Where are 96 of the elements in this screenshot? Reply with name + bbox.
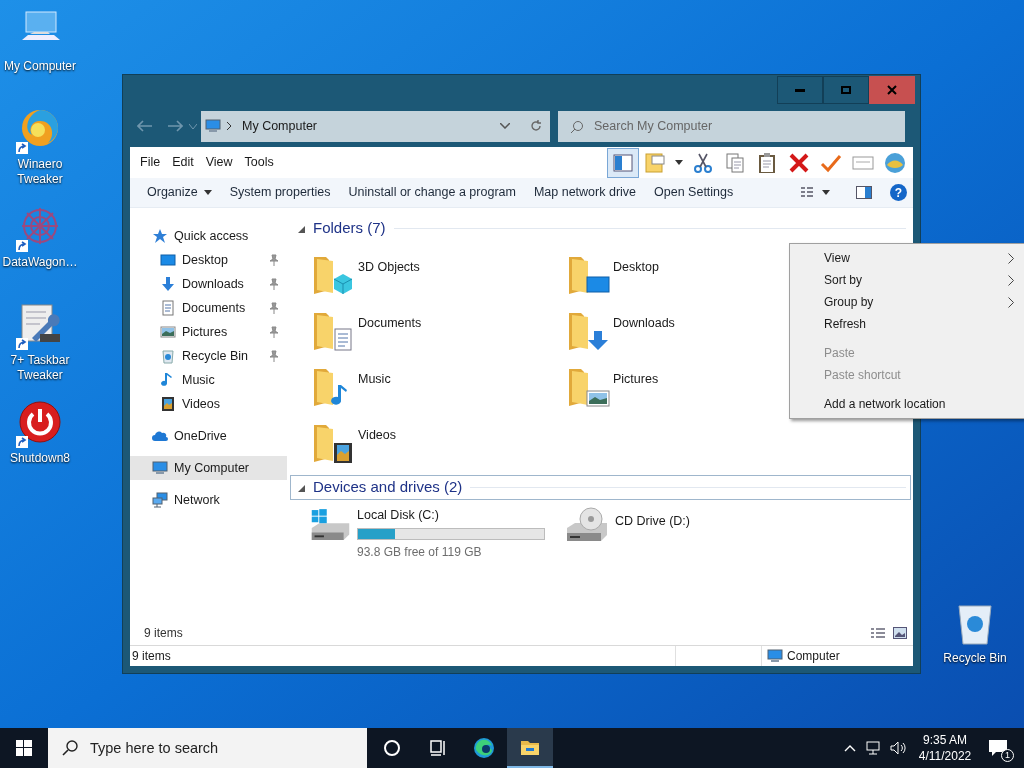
volume-icon[interactable] bbox=[890, 741, 908, 755]
command-button[interactable]: Uninstall or change a program bbox=[339, 178, 525, 207]
command-button[interactable]: Open Settings bbox=[645, 178, 743, 207]
taskbar-app-button[interactable] bbox=[507, 728, 553, 768]
forward-arrow-icon[interactable] bbox=[167, 120, 183, 132]
search-icon bbox=[62, 740, 78, 756]
copy-icon bbox=[723, 150, 747, 175]
desktop-icon-label: Recycle Bin bbox=[942, 651, 1008, 666]
chevron-icon bbox=[1008, 252, 1014, 264]
desktop-icon-label: 7+ Taskbar Tweaker bbox=[9, 353, 71, 383]
film-icon bbox=[160, 396, 176, 412]
picture-icon bbox=[160, 324, 176, 340]
command-button[interactable]: System properties bbox=[220, 178, 340, 207]
desktop-icon-label: Shutdown8 bbox=[8, 451, 71, 466]
speech-bubble-icon bbox=[988, 739, 1008, 757]
star-icon bbox=[152, 228, 168, 244]
monitor-icon bbox=[160, 252, 176, 268]
computer-icon bbox=[152, 460, 168, 476]
drive-item[interactable]: Local Disk (C:) 93.8 GB free of 119 GB bbox=[290, 506, 545, 562]
windows-logo-icon bbox=[16, 740, 32, 756]
item-count: 9 items bbox=[144, 624, 184, 642]
chevron-icon bbox=[1008, 296, 1014, 308]
caret-icon bbox=[822, 190, 830, 195]
menu-item[interactable]: Edit bbox=[166, 153, 200, 172]
nav-item[interactable]: Videos bbox=[130, 392, 287, 416]
details-view-icon[interactable] bbox=[870, 626, 886, 639]
refresh-icon[interactable] bbox=[530, 120, 542, 132]
nav-item[interactable]: Downloads bbox=[130, 272, 287, 296]
notification-count: 1 bbox=[1001, 749, 1014, 762]
edge-logo-icon bbox=[472, 736, 496, 760]
pin-icon bbox=[269, 302, 279, 314]
nav-item[interactable]: My Computer bbox=[130, 456, 287, 480]
network-icon[interactable] bbox=[866, 741, 882, 755]
computer-icon bbox=[767, 648, 783, 664]
dropdown-caret-icon[interactable] bbox=[500, 123, 510, 129]
nav-item[interactable]: Documents bbox=[130, 296, 287, 320]
clock[interactable]: 9:35 AM 4/11/2022 bbox=[914, 732, 976, 764]
caret-icon bbox=[203, 190, 212, 195]
down-arrow-icon bbox=[160, 276, 176, 292]
folder-item[interactable]: 3D Objects bbox=[290, 247, 545, 303]
minimize-button[interactable] bbox=[777, 76, 823, 104]
group-header[interactable]: Devices and drives (2) bbox=[290, 475, 911, 500]
desktop-icon-label: Winaero Tweaker bbox=[16, 157, 64, 187]
search-field[interactable]: Search My Computer bbox=[558, 110, 905, 142]
command-button[interactable]: Map network drive bbox=[524, 178, 646, 207]
group-header[interactable]: Folders (7) bbox=[290, 216, 911, 241]
network-icon bbox=[152, 492, 168, 508]
command-button[interactable]: Organize bbox=[138, 178, 221, 207]
document-icon bbox=[160, 300, 176, 316]
view-list-icon bbox=[800, 185, 814, 200]
desktop-icon-label: DataWagon… bbox=[1, 255, 79, 270]
folder-item[interactable]: Videos bbox=[290, 415, 545, 471]
collapse-triangle-icon[interactable] bbox=[297, 483, 305, 492]
desktop-icon-label: My Computer bbox=[3, 59, 77, 74]
pin-icon bbox=[269, 254, 279, 266]
nav-item[interactable]: OneDrive bbox=[130, 424, 287, 448]
chevron-icon bbox=[1008, 274, 1014, 286]
collapse-triangle-icon[interactable] bbox=[297, 224, 305, 233]
status-text: Computer bbox=[787, 648, 840, 665]
taskbar-search-field[interactable]: Type here to search bbox=[48, 728, 367, 768]
close-icon bbox=[887, 85, 897, 95]
search-icon bbox=[570, 119, 584, 134]
menu-item[interactable]: File bbox=[134, 153, 167, 172]
chevron-up-icon[interactable] bbox=[844, 744, 856, 752]
nav-item[interactable]: Desktop bbox=[130, 248, 287, 272]
status-text: 9 items bbox=[131, 648, 172, 665]
folder-item[interactable]: Documents bbox=[290, 303, 545, 359]
menu-item[interactable]: View bbox=[199, 153, 239, 172]
large-icons-view-icon[interactable] bbox=[893, 626, 907, 639]
chevron-icon bbox=[227, 122, 232, 130]
menu-item[interactable]: Tools bbox=[238, 153, 280, 172]
pane-layout-button[interactable] bbox=[607, 147, 639, 178]
maximize-button[interactable] bbox=[823, 76, 869, 104]
drive-item[interactable]: CD Drive (D:) bbox=[545, 506, 800, 562]
pin-icon bbox=[269, 326, 279, 338]
close-button[interactable] bbox=[869, 76, 915, 104]
pin-icon bbox=[269, 278, 279, 290]
nav-item[interactable]: Music bbox=[130, 368, 287, 392]
nav-item[interactable]: Network bbox=[130, 488, 287, 512]
nav-item[interactable]: Pictures bbox=[130, 320, 287, 344]
caret-icon bbox=[675, 160, 683, 165]
preview-pane-icon bbox=[856, 186, 872, 199]
computer-icon bbox=[205, 118, 221, 134]
address-field[interactable]: My Computer bbox=[201, 110, 550, 142]
nav-item[interactable]: Recycle Bin bbox=[130, 344, 287, 368]
maximize-icon bbox=[841, 86, 851, 94]
folder-item[interactable]: Music bbox=[290, 359, 545, 415]
back-arrow-icon[interactable] bbox=[137, 120, 153, 132]
pin-icon bbox=[269, 350, 279, 362]
help-button[interactable]: ? bbox=[890, 184, 907, 201]
free-space-text: 93.8 GB free of 119 GB bbox=[357, 543, 483, 561]
minimize-icon bbox=[795, 88, 805, 92]
nav-item[interactable]: Quick access bbox=[130, 224, 287, 248]
recycle-bin-icon bbox=[160, 348, 176, 364]
note-icon bbox=[643, 150, 667, 175]
notification-button[interactable]: 1 bbox=[988, 736, 1012, 760]
